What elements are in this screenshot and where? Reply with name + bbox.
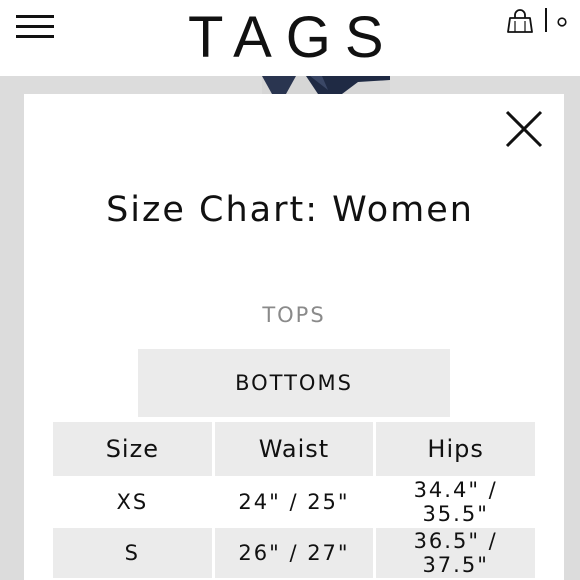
table-row: S 26" / 27" 36.5" / 37.5" (53, 528, 535, 578)
hamburger-menu-icon[interactable] (16, 15, 54, 39)
tab-bottoms[interactable]: BOTTOMS (138, 349, 450, 417)
close-icon[interactable] (504, 109, 544, 149)
table-header-row: Size Waist Hips (53, 422, 535, 476)
hips-cell: 36.5" / 37.5" (376, 528, 535, 578)
header-size: Size (53, 422, 212, 476)
waist-cell: 24" / 25" (214, 476, 374, 528)
waist-cell: 26" / 27" (214, 528, 374, 578)
logo-text: TAGS (188, 5, 398, 64)
header-divider (545, 8, 547, 32)
header-hips: Hips (376, 422, 535, 476)
size-cell: XS (53, 476, 212, 528)
hips-cell: 34.4" / 35.5" (376, 476, 535, 528)
table-row: XS 24" / 25" 34.4" / 35.5" (53, 476, 535, 528)
tab-tops[interactable]: TOPS (138, 296, 450, 334)
product-image-peek (262, 76, 390, 94)
logo[interactable]: TAGS (188, 4, 400, 70)
site-header: TAGS (0, 0, 580, 76)
account-icon[interactable] (557, 17, 567, 27)
size-cell: S (53, 528, 212, 578)
header-waist: Waist (214, 422, 374, 476)
modal-title: Size Chart: Women (106, 190, 474, 230)
shopping-bag-icon[interactable] (506, 9, 534, 33)
logo-mark: TAGS (188, 5, 398, 70)
size-chart-table: Size Waist Hips XS 24" / 25" 34.4" / 35.… (50, 422, 538, 578)
